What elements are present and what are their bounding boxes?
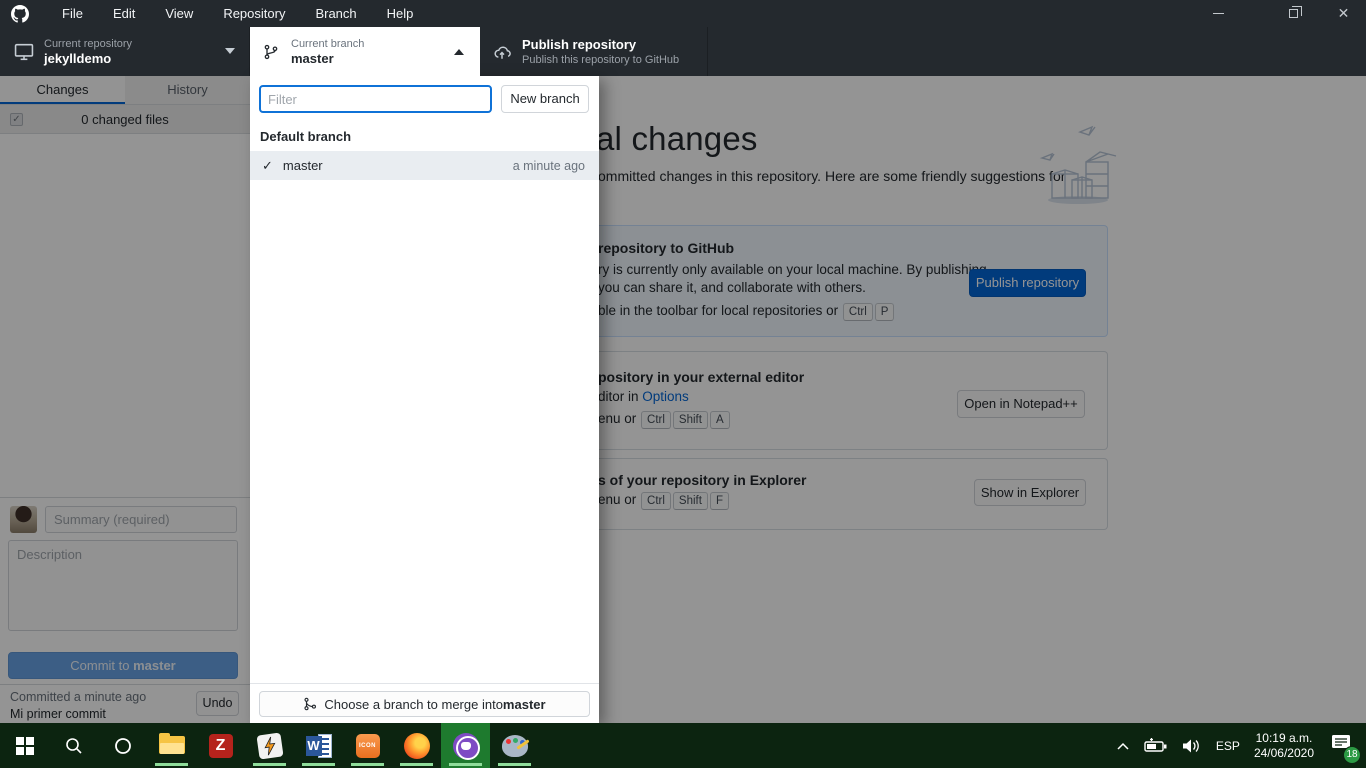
cloud-upload-icon bbox=[492, 43, 512, 61]
default-branch-section-label: Default branch bbox=[260, 129, 351, 144]
firefox-icon bbox=[404, 733, 430, 759]
current-branch-button[interactable]: Current branch master bbox=[250, 27, 480, 76]
language-indicator[interactable]: ESP bbox=[1216, 739, 1240, 753]
check-icon: ✓ bbox=[262, 158, 273, 174]
computer-icon bbox=[14, 43, 34, 61]
taskbar-icon-cortana[interactable] bbox=[98, 723, 147, 768]
running-indicator bbox=[449, 763, 482, 766]
menu-file[interactable]: File bbox=[47, 0, 98, 27]
volume-status[interactable] bbox=[1182, 738, 1202, 754]
branch-dropdown: New branch Default branch ✓ master a min… bbox=[250, 76, 599, 723]
orange-app-icon: ICON bbox=[356, 734, 380, 758]
system-tray: ESP 10:19 a.m. 24/06/2020 18 bbox=[1116, 723, 1366, 768]
battery-status[interactable] bbox=[1144, 738, 1168, 754]
file-explorer-icon bbox=[159, 736, 185, 756]
tray-time-text: 10:19 a.m. bbox=[1256, 731, 1313, 745]
running-indicator bbox=[351, 763, 384, 766]
menu-repository[interactable]: Repository bbox=[208, 0, 300, 27]
github-logo-icon bbox=[11, 5, 29, 23]
taskbar-search-button[interactable] bbox=[49, 723, 98, 768]
taskbar-icon-github-desktop[interactable] bbox=[441, 723, 490, 768]
publish-repository-subtitle: Publish this repository to GitHub bbox=[522, 53, 679, 67]
chevron-up-icon bbox=[1116, 741, 1130, 751]
toolbar: Current repository jekylldemo Publish re… bbox=[0, 27, 1366, 76]
battery-icon bbox=[1144, 738, 1168, 754]
window-controls: ✕ bbox=[1196, 0, 1366, 27]
notification-center-button[interactable]: 18 bbox=[1330, 733, 1352, 758]
current-repository-button[interactable]: Current repository jekylldemo bbox=[0, 27, 250, 76]
paint-icon bbox=[502, 735, 528, 757]
cortana-icon bbox=[113, 736, 133, 756]
taskbar-icon-paint[interactable] bbox=[490, 723, 539, 768]
running-indicator bbox=[400, 763, 433, 766]
current-repository-label: Current repository bbox=[44, 37, 132, 51]
current-branch-label: Current branch bbox=[291, 37, 364, 51]
tray-expand-button[interactable] bbox=[1116, 741, 1130, 751]
running-indicator bbox=[498, 763, 531, 766]
restore-button[interactable] bbox=[1271, 0, 1316, 27]
minimize-icon bbox=[1213, 13, 1224, 14]
dropdown-footer: Choose a branch to merge into master bbox=[250, 683, 599, 723]
chevron-up-icon bbox=[454, 49, 464, 55]
speaker-icon bbox=[1182, 738, 1202, 754]
close-button[interactable]: ✕ bbox=[1321, 0, 1366, 27]
close-icon: ✕ bbox=[1338, 5, 1350, 22]
modal-dim-overlay[interactable] bbox=[0, 76, 1366, 723]
publish-repository-toolbar-button[interactable]: Publish repository Publish this reposito… bbox=[480, 27, 708, 76]
menu-branch[interactable]: Branch bbox=[300, 0, 371, 27]
minimize-button[interactable] bbox=[1196, 0, 1241, 27]
merge-button-text: Choose a branch to merge into bbox=[324, 697, 503, 712]
windows-logo-icon bbox=[16, 737, 34, 755]
taskbar-icon-firefox[interactable] bbox=[392, 723, 441, 768]
current-repository-name: jekylldemo bbox=[44, 51, 132, 67]
new-branch-button[interactable]: New branch bbox=[501, 85, 589, 113]
taskbar-icon-zotero[interactable]: Z bbox=[196, 723, 245, 768]
branch-list-item-master[interactable]: ✓ master a minute ago bbox=[250, 151, 599, 180]
merge-button-branch: master bbox=[503, 697, 546, 712]
search-icon bbox=[64, 736, 84, 756]
current-branch-name: master bbox=[291, 51, 364, 67]
running-indicator bbox=[155, 763, 188, 766]
git-branch-icon bbox=[263, 43, 279, 61]
publish-repository-title: Publish repository bbox=[522, 37, 679, 53]
taskbar-icon-orange-app[interactable]: ICON bbox=[343, 723, 392, 768]
branch-filter-input[interactable] bbox=[259, 85, 492, 113]
tray-date-text: 24/06/2020 bbox=[1254, 746, 1314, 760]
menu-view[interactable]: View bbox=[150, 0, 208, 27]
branch-name: master bbox=[283, 158, 323, 173]
windows-taskbar: Z W ICON bbox=[0, 723, 1366, 768]
taskbar-icon-file-explorer[interactable] bbox=[147, 723, 196, 768]
titlebar: File Edit View Repository Branch Help ✕ bbox=[0, 0, 1366, 27]
menu-help[interactable]: Help bbox=[372, 0, 429, 27]
clock[interactable]: 10:19 a.m. 24/06/2020 bbox=[1254, 731, 1314, 761]
running-indicator bbox=[253, 763, 286, 766]
restore-icon bbox=[1289, 9, 1298, 18]
menu-edit[interactable]: Edit bbox=[98, 0, 150, 27]
zotero-icon: Z bbox=[209, 734, 233, 758]
winamp-icon bbox=[256, 732, 283, 759]
word-icon: W bbox=[306, 734, 332, 758]
start-button[interactable] bbox=[0, 723, 49, 768]
github-desktop-icon bbox=[453, 733, 479, 759]
menu-bar: File Edit View Repository Branch Help bbox=[47, 0, 428, 27]
merge-branch-button[interactable]: Choose a branch to merge into master bbox=[259, 691, 590, 717]
taskbar-icon-winamp[interactable] bbox=[245, 723, 294, 768]
notification-badge: 18 bbox=[1343, 746, 1361, 764]
chevron-down-icon bbox=[225, 48, 235, 54]
git-merge-icon bbox=[303, 697, 317, 711]
taskbar-icon-word[interactable]: W bbox=[294, 723, 343, 768]
branch-last-commit-time: a minute ago bbox=[513, 159, 585, 173]
running-indicator bbox=[302, 763, 335, 766]
